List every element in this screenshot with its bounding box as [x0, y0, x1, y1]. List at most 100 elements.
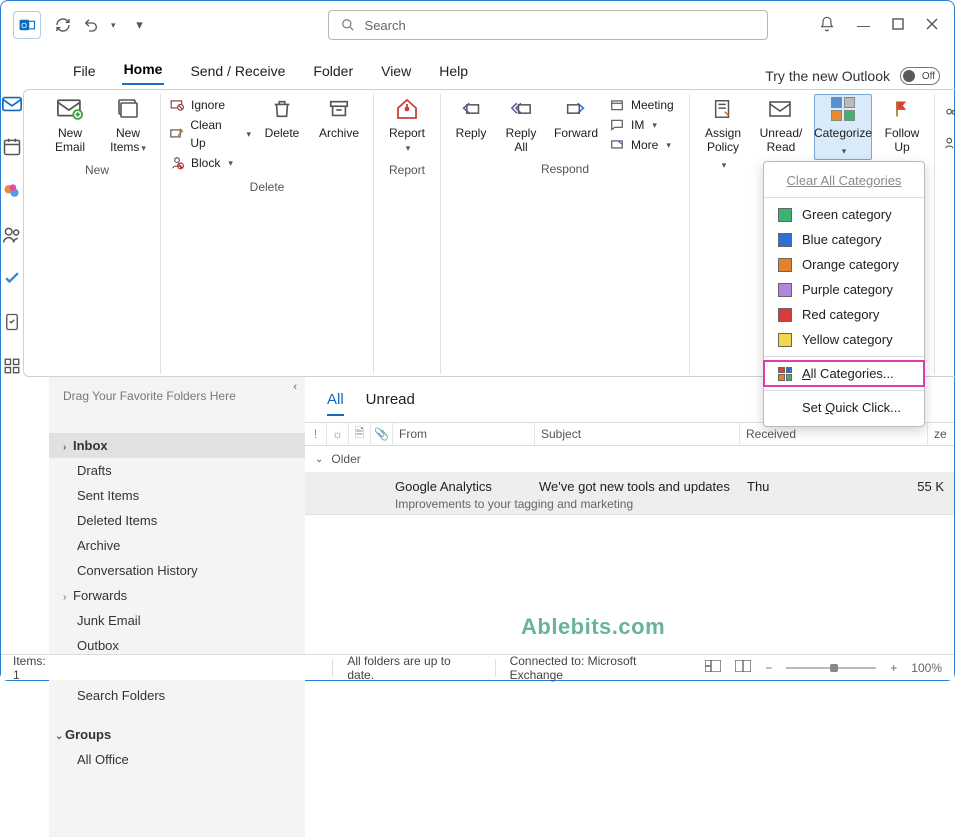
search-icon	[341, 18, 355, 32]
message-row[interactable]: Google Analytics We've got new tools and…	[305, 473, 954, 515]
category-blue[interactable]: Blue category	[764, 227, 924, 252]
message-subject: We've got new tools and updates	[539, 479, 730, 494]
set-quick-click[interactable]: Set Quick Click...	[764, 395, 924, 420]
assign-policy-button[interactable]: Assign Policy▾	[698, 94, 748, 174]
minimize-icon[interactable]: ―	[857, 18, 870, 33]
outlook-logo: O	[13, 11, 41, 39]
menu-home[interactable]: Home	[122, 55, 165, 85]
folder-inbox[interactable]: ›Inbox	[49, 433, 305, 458]
undo-icon[interactable]	[81, 17, 101, 33]
rail-more-apps-icon[interactable]	[3, 357, 21, 377]
reply-button[interactable]: Reply	[449, 94, 493, 142]
rail-copilot-icon[interactable]	[2, 181, 22, 201]
col-reminder-icon[interactable]: ☼	[327, 423, 349, 445]
ribbon-group-new: New	[85, 161, 109, 179]
message-date: Thu	[747, 479, 769, 494]
new-items-button[interactable]: New Items▾	[104, 94, 152, 157]
menu-folder[interactable]: Folder	[311, 57, 355, 85]
clear-all-categories: Clear All Categories	[764, 168, 924, 193]
zoom-in-icon[interactable]: +	[890, 661, 897, 675]
folder-pane: Drag Your Favorite Folders Here‹ ›Inbox …	[49, 377, 305, 837]
watermark: Ablebits.com	[521, 614, 665, 640]
new-group-button[interactable]: New Gr	[943, 96, 955, 132]
all-categories[interactable]: All Categories...	[764, 361, 924, 386]
ribbon-group-respond: Respond	[541, 160, 589, 178]
forward-button[interactable]: Forward	[549, 94, 603, 142]
col-from[interactable]: From	[393, 423, 535, 445]
ribbon-group-delete: Delete	[250, 178, 285, 196]
category-green[interactable]: Green category	[764, 202, 924, 227]
search-input[interactable]: Search	[328, 10, 768, 40]
zoom-out-icon[interactable]: −	[765, 661, 772, 675]
folder-drafts[interactable]: Drafts	[49, 458, 305, 483]
menu-file[interactable]: File	[71, 57, 98, 85]
col-size[interactable]: ze	[928, 423, 954, 445]
folder-forwards[interactable]: ›Forwards	[49, 583, 305, 608]
archive-button[interactable]: Archive	[313, 94, 365, 142]
categorize-button[interactable]: Categorize▾	[814, 94, 872, 160]
status-sync: All folders are up to date.	[332, 659, 476, 677]
reply-all-button[interactable]: Reply All	[499, 94, 543, 156]
category-red[interactable]: Red category	[764, 302, 924, 327]
favorites-hint: Drag Your Favorite Folders Here	[63, 389, 236, 403]
date-group-older[interactable]: ⌄Older	[305, 446, 954, 473]
rail-tasks-icon[interactable]	[2, 269, 22, 289]
try-new-outlook-toggle[interactable]: Off	[900, 67, 940, 85]
search-placeholder: Search	[365, 18, 406, 33]
collapse-folder-pane-icon[interactable]: ‹	[293, 381, 297, 393]
tab-unread[interactable]: Unread	[366, 391, 415, 416]
message-list: All Unread ! ☼ 🗎 📎 From Subject Received…	[305, 377, 954, 837]
ignore-button[interactable]: Ignore	[169, 96, 251, 114]
zoom-slider[interactable]	[786, 667, 876, 669]
menu-help[interactable]: Help	[437, 57, 470, 85]
status-items: Items: 1	[13, 654, 54, 682]
meeting-button[interactable]: Meeting	[609, 96, 681, 114]
rail-mail-icon[interactable]	[1, 93, 23, 113]
folder-sent[interactable]: Sent Items	[49, 483, 305, 508]
browse-groups-button[interactable]: Browse	[943, 134, 955, 152]
new-email-button[interactable]: New Email	[42, 94, 98, 156]
try-new-outlook-label: Try the new Outlook	[765, 68, 890, 84]
rail-calendar-icon[interactable]	[2, 137, 22, 157]
notification-icon[interactable]	[819, 16, 835, 35]
rail-todo-icon[interactable]	[3, 313, 21, 333]
status-bar: Items: 1 All folders are up to date. Con…	[1, 654, 954, 680]
folder-conversation-history[interactable]: Conversation History	[49, 558, 305, 583]
category-purple[interactable]: Purple category	[764, 277, 924, 302]
cleanup-button[interactable]: Clean Up▾	[169, 116, 251, 152]
folder-all-office[interactable]: All Office	[49, 747, 305, 772]
zoom-level: 100%	[911, 661, 942, 675]
view-reading-icon[interactable]	[735, 660, 751, 675]
unread-read-button[interactable]: Unread/ Read	[754, 94, 808, 156]
category-orange[interactable]: Orange category	[764, 252, 924, 277]
folder-deleted[interactable]: Deleted Items	[49, 508, 305, 533]
ribbon-group-report: Report	[389, 161, 425, 179]
im-button[interactable]: IM▾	[609, 116, 681, 134]
menu-view[interactable]: View	[379, 57, 413, 85]
folder-search-folders[interactable]: Search Folders	[49, 683, 305, 708]
rail-people-icon[interactable]	[2, 225, 22, 245]
col-icon[interactable]: 🗎	[349, 423, 371, 445]
svg-text:O: O	[21, 21, 27, 30]
maximize-icon[interactable]	[892, 18, 904, 33]
report-button[interactable]: Report▾	[382, 94, 432, 157]
col-importance-icon[interactable]: !	[305, 423, 327, 445]
message-size: 55 K	[917, 479, 944, 494]
delete-button[interactable]: Delete	[257, 94, 307, 142]
category-yellow[interactable]: Yellow category	[764, 327, 924, 352]
more-respond-button[interactable]: More▾	[609, 136, 681, 154]
undo-dropdown-icon[interactable]: ▾	[111, 20, 116, 31]
menu-send-receive[interactable]: Send / Receive	[188, 57, 287, 85]
view-normal-icon[interactable]	[705, 660, 721, 675]
col-attachment-icon[interactable]: 📎	[371, 423, 393, 445]
close-icon[interactable]	[926, 18, 938, 33]
qat-overflow-icon[interactable]: ▾	[130, 17, 150, 33]
col-subject[interactable]: Subject	[535, 423, 740, 445]
tab-all[interactable]: All	[327, 391, 344, 416]
folder-groups[interactable]: ⌄Groups	[49, 722, 305, 747]
status-connection: Connected to: Microsoft Exchange	[495, 659, 688, 677]
folder-junk[interactable]: Junk Email	[49, 608, 305, 633]
folder-archive[interactable]: Archive	[49, 533, 305, 558]
sync-icon[interactable]	[53, 17, 73, 33]
block-button[interactable]: Block▾	[169, 154, 251, 172]
